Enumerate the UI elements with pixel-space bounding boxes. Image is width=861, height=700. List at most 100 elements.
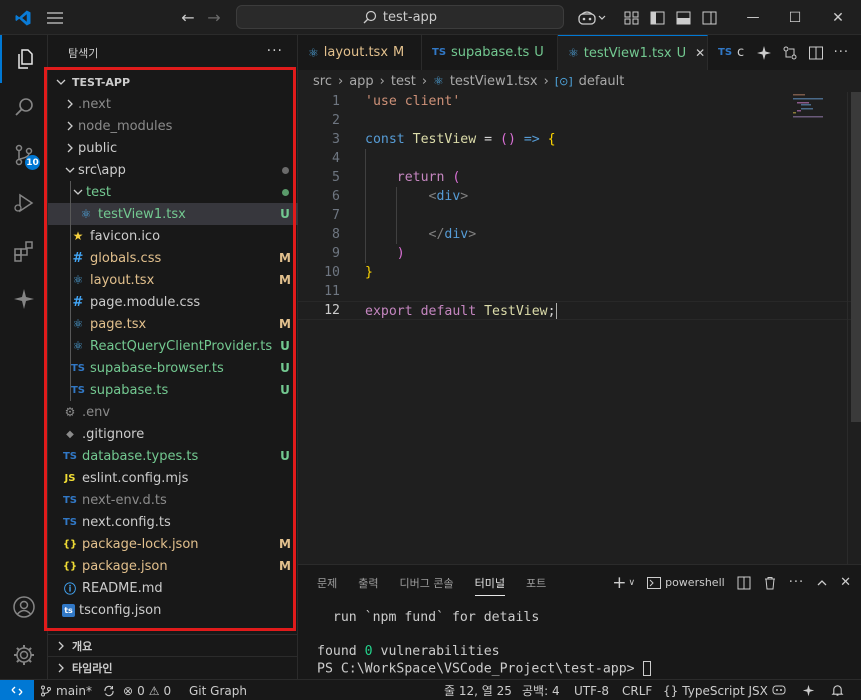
menu-icon[interactable] [44, 0, 66, 35]
encoding[interactable]: UTF-8 [574, 680, 609, 700]
tab-terminal[interactable]: 터미널 [474, 570, 505, 596]
tree-item[interactable]: ⚙ .env [48, 401, 298, 423]
tree-item[interactable]: ⚛ layout.tsx M [48, 269, 298, 291]
indentation[interactable]: 공백: 4 [522, 680, 560, 700]
toggle-secondary-sidebar-icon[interactable] [698, 0, 720, 35]
tree-item[interactable]: JS eslint.config.mjs [48, 467, 298, 489]
sparkle-icon[interactable] [802, 680, 815, 700]
tree-item[interactable]: test [48, 181, 298, 203]
close-icon[interactable]: ✕ [695, 46, 705, 60]
close-button[interactable]: ✕ [815, 0, 861, 35]
more-actions-icon[interactable]: ··· [834, 45, 849, 60]
tree-item[interactable]: ⓘ README.md [48, 577, 298, 599]
compare-changes-icon[interactable] [782, 45, 798, 61]
sparkle-icon[interactable] [756, 45, 772, 61]
notifications-icon[interactable] [831, 680, 844, 700]
feedback-icon[interactable] [772, 680, 786, 700]
scrollbar-thumb[interactable] [851, 92, 861, 422]
close-icon[interactable]: ✕ [840, 575, 851, 590]
error-count: 0 [137, 683, 145, 698]
tree-item[interactable]: node_modules [48, 115, 298, 137]
tree-item[interactable]: ⚛ ReactQueryClientProvider.tsx U [48, 335, 298, 357]
sync-icon[interactable] [103, 680, 115, 700]
tree-item[interactable]: src\app [48, 159, 298, 181]
tree-item[interactable]: ts tsconfig.json [48, 599, 298, 621]
accounts-activity[interactable] [0, 583, 48, 631]
problems-indicator[interactable]: ⊗ 0 ⚠ 0 [123, 680, 171, 700]
react-icon: ⚛ [308, 45, 319, 60]
bottom-panel: 문제 출력 디버그 콘솔 터미널 포트 + ∨ powershell ··· ✕… [298, 564, 861, 679]
breadcrumb-app[interactable]: app [349, 74, 373, 89]
toggle-primary-sidebar-icon[interactable] [646, 0, 668, 35]
tree-item[interactable]: TS next.config.ts [48, 511, 298, 533]
run-debug-activity[interactable] [0, 179, 48, 227]
breadcrumb-symbol[interactable]: default [579, 74, 625, 89]
terminal-profile[interactable]: powershell [647, 576, 725, 589]
tree-item[interactable]: TS database.types.ts U [48, 445, 298, 467]
tree-item[interactable]: .next [48, 93, 298, 115]
nav-back-button[interactable]: ← [178, 0, 198, 35]
customize-layout-icon[interactable] [620, 0, 642, 35]
tree-item[interactable]: TS next-env.d.ts [48, 489, 298, 511]
new-terminal-icon[interactable]: + [612, 573, 626, 593]
branch-indicator[interactable]: main* [40, 680, 92, 700]
explorer-more-button[interactable]: ··· [267, 43, 283, 59]
explorer-activity[interactable] [0, 35, 48, 83]
tree-item[interactable]: ⚛ testView1.tsx U [48, 203, 298, 225]
tab-testview1[interactable]: ⚛ testView1.tsx U ✕ [558, 35, 708, 70]
line-ending[interactable]: CRLF [622, 680, 652, 700]
project-section-header[interactable]: TEST-APP [48, 71, 298, 93]
breadcrumb-file[interactable]: testView1.tsx [450, 74, 538, 89]
git-graph-button[interactable]: Git Graph [189, 680, 247, 700]
cursor-position[interactable]: 줄 12, 열 25 [444, 680, 512, 700]
nav-forward-button[interactable]: → [204, 0, 224, 35]
source-control-activity[interactable]: 10 [0, 131, 48, 179]
copilot-icon[interactable] [576, 0, 608, 35]
minimap[interactable] [787, 92, 847, 132]
chevron-down-icon[interactable]: ∨ [629, 578, 636, 588]
tab-problems[interactable]: 문제 [317, 565, 337, 600]
split-terminal-icon[interactable] [737, 576, 751, 590]
split-editor-icon[interactable] [808, 45, 824, 61]
breadcrumb-src[interactable]: src [313, 74, 332, 89]
tree-item[interactable]: {} package.json M [48, 555, 298, 577]
tab-output[interactable]: 출력 [358, 565, 378, 600]
tree-item[interactable]: ◆ .gitignore [48, 423, 298, 445]
more-actions-icon[interactable]: ··· [789, 575, 804, 590]
command-center-search[interactable]: test-app [236, 5, 564, 29]
search-activity[interactable] [0, 83, 48, 131]
code-editor[interactable]: 1'use client' 2 3 const TestView = () => {4… [298, 92, 861, 564]
remote-indicator[interactable] [0, 680, 34, 700]
tree-item[interactable]: TS supabase-browser.ts U [48, 357, 298, 379]
breadcrumb-test[interactable]: test [391, 74, 416, 89]
editor-scrollbar[interactable] [847, 92, 861, 564]
timeline-section-header[interactable]: 타임라인 [48, 656, 298, 678]
tree-item[interactable]: # globals.css M [48, 247, 298, 269]
trash-icon[interactable] [763, 576, 777, 590]
tree-item[interactable]: # page.module.css [48, 291, 298, 313]
terminal-prompt[interactable]: PS C:\WorkSpace\VSCode_Project\test-app> [317, 661, 651, 677]
tree-item[interactable]: {} package-lock.json M [48, 533, 298, 555]
outline-section-header[interactable]: 개요 [48, 634, 298, 656]
chevron-up-icon[interactable] [816, 577, 828, 589]
extensions-activity[interactable] [0, 227, 48, 275]
tab-ports[interactable]: 포트 [526, 565, 546, 600]
tab-supabase[interactable]: TS supabase.ts U [422, 35, 558, 70]
copilot-chat-activity[interactable] [0, 275, 48, 323]
tree-item[interactable]: ★ favicon.ico [48, 225, 298, 247]
toggle-panel-icon[interactable] [672, 0, 694, 35]
maximize-button[interactable]: ☐ [776, 0, 814, 35]
minimize-button[interactable]: — [730, 0, 776, 35]
tree-item-label: public [78, 140, 118, 156]
tree-item[interactable]: TS supabase.ts U [48, 379, 298, 401]
tree-item-label: ReactQueryClientProvider.tsx [90, 338, 272, 354]
tree-item[interactable]: ⚛ page.tsx M [48, 313, 298, 335]
warning-icon: ⚠ [148, 683, 160, 698]
tree-item-label: favicon.ico [90, 228, 161, 244]
terminal-vuln-text: vulnerabilities [372, 644, 500, 659]
tab-debug-console[interactable]: 디버그 콘솔 [400, 565, 454, 600]
manage-activity[interactable] [0, 631, 48, 679]
language-mode[interactable]: {} TypeScript JSX [663, 680, 768, 700]
tree-item[interactable]: public [48, 137, 298, 159]
tab-layout[interactable]: ⚛ layout.tsx M [298, 35, 422, 70]
